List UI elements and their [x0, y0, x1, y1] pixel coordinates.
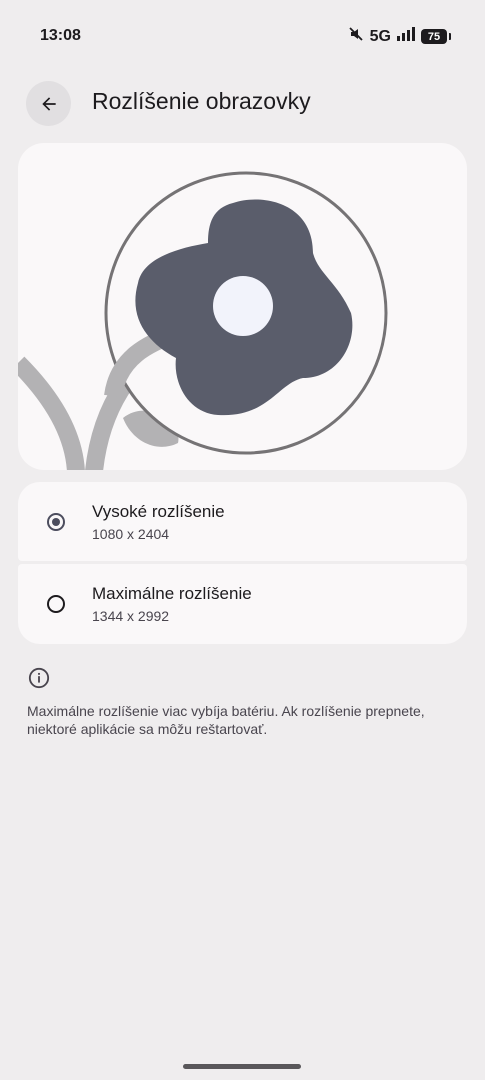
flower-magnifier-illustration — [18, 171, 388, 470]
back-button[interactable] — [26, 81, 71, 126]
status-time: 13:08 — [40, 27, 81, 44]
page-title: Rozlíšenie obrazovky — [92, 88, 311, 114]
network-type: 5G — [369, 27, 391, 45]
battery-level: 75 — [427, 30, 441, 43]
home-indicator[interactable] — [183, 1064, 301, 1069]
option-max-resolution[interactable]: Maximálne rozlíšenie 1344 x 2992 — [18, 564, 467, 644]
option-title: Maximálne rozlíšenie — [92, 584, 252, 603]
arrow-back-icon — [41, 96, 56, 111]
mute-icon — [348, 26, 364, 47]
info-text: Maximálne rozlíšenie viac vybíja batériu… — [27, 703, 425, 737]
status-bar: 13:08 5G 75 — [0, 0, 485, 72]
battery-icon: 75 — [421, 29, 451, 44]
option-high-resolution[interactable]: Vysoké rozlíšenie 1080 x 2404 — [18, 482, 467, 561]
option-subtitle: 1080 x 2404 — [92, 526, 170, 542]
radio-high-resolution[interactable] — [47, 513, 65, 531]
signal-icon — [397, 27, 415, 46]
info-icon — [28, 667, 50, 689]
illustration-card — [18, 143, 467, 470]
option-title: Vysoké rozlíšenie — [92, 502, 225, 521]
option-subtitle: 1344 x 2992 — [92, 608, 170, 624]
radio-max-resolution[interactable] — [47, 595, 65, 613]
status-icons: 5G 75 — [348, 26, 451, 47]
